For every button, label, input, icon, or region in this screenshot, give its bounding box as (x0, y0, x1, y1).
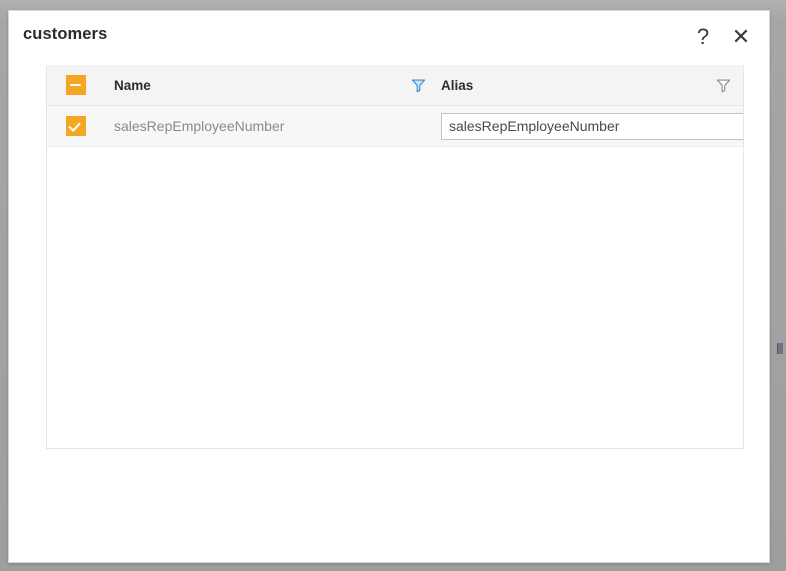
row-checkbox[interactable] (65, 116, 86, 136)
close-button[interactable]: ✕ (727, 23, 755, 51)
cell-column-alias (436, 112, 743, 140)
minus-icon (70, 83, 81, 87)
close-icon: ✕ (731, 24, 751, 49)
row-select-cell (47, 116, 104, 136)
column-header-name: Name (104, 65, 436, 105)
column-header-name-label: Name (114, 77, 151, 93)
select-all-checkbox[interactable] (65, 75, 86, 95)
question-mark-icon: ? (696, 24, 710, 49)
funnel-icon-name-column[interactable] (411, 78, 426, 93)
dialog-titlebar: customers ? ✕ (9, 11, 769, 63)
customers-dialog: customers ? ✕ Name Alias salesRepEmploye… (8, 10, 770, 563)
window-scrollbar-thumb[interactable] (777, 343, 783, 354)
cell-column-name: salesRepEmployeeNumber (114, 118, 285, 134)
dialog-footer: SUBMIT ADD LANGUAGE COLUMN CANCEL (9, 454, 769, 562)
funnel-icon-alias-column[interactable] (716, 78, 731, 93)
page-title: customers (23, 25, 108, 43)
columns-table: Name Alias salesRepEmployeeNumber salesR… (46, 65, 744, 449)
table-body: salesRepEmployeeNumber (47, 106, 743, 147)
select-all-cell (47, 75, 104, 95)
table-row[interactable]: salesRepEmployeeNumber (47, 106, 743, 147)
column-header-alias-label: Alias (441, 77, 474, 93)
help-button[interactable]: ? (689, 23, 717, 51)
checkmark-icon (69, 120, 82, 133)
column-header-alias: Alias (436, 65, 743, 105)
alias-input[interactable] (441, 112, 743, 140)
table-header-row: Name Alias (47, 65, 743, 106)
